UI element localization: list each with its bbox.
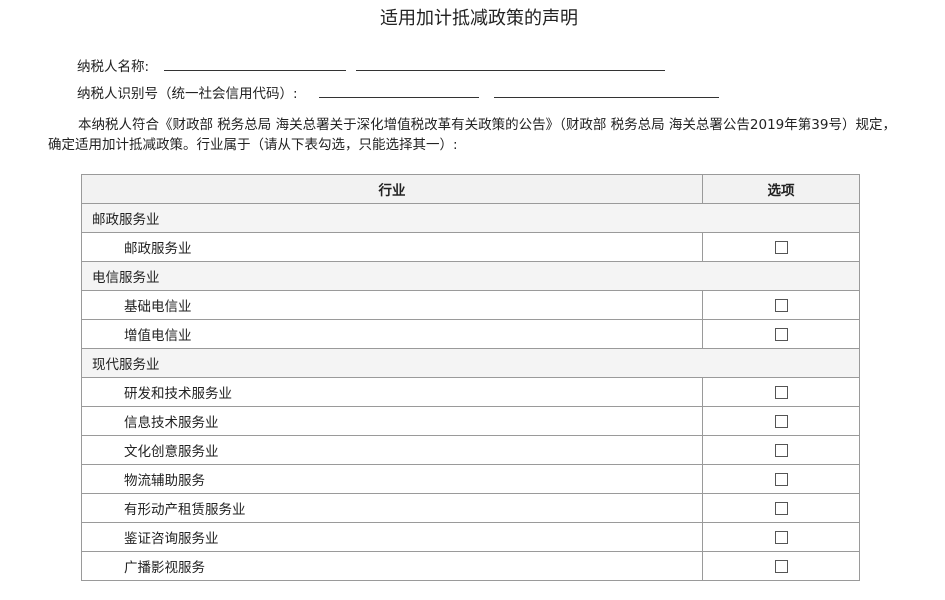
taxpayer-id-label: 纳税人识别号（统一社会信用代码）: bbox=[77, 86, 298, 102]
industry-label: 基础电信业 bbox=[81, 290, 703, 320]
industry-checkbox[interactable] bbox=[774, 385, 788, 399]
page-title: 适用加计抵减政策的声明 bbox=[380, 8, 578, 29]
industry-label: 邮政服务业 bbox=[81, 232, 703, 262]
industry-checkbox[interactable] bbox=[774, 443, 788, 457]
industry-column-header: 行业 bbox=[81, 174, 703, 204]
table-row: 物流辅助服务 bbox=[81, 464, 860, 494]
table-row: 鉴证咨询服务业 bbox=[81, 522, 860, 552]
industry-label: 鉴证咨询服务业 bbox=[81, 522, 703, 552]
statement-paragraph: 本纳税人符合《财政部 税务总局 海关总署关于深化增值税改革有关政策的公告》（财政… bbox=[48, 117, 896, 153]
table-row: 邮政服务业 bbox=[81, 232, 860, 262]
table-row: 广播影视服务 bbox=[81, 551, 860, 581]
industry-label: 广播影视服务 bbox=[81, 551, 703, 581]
table-header-row: 行业 选项 bbox=[81, 174, 860, 204]
category-row: 电信服务业 bbox=[81, 261, 860, 291]
option-column-header: 选项 bbox=[702, 174, 860, 204]
taxpayer-name-label: 纳税人名称: bbox=[77, 59, 150, 75]
category-label: 电信服务业 bbox=[81, 261, 703, 291]
industry-label: 增值电信业 bbox=[81, 319, 703, 349]
industry-checkbox[interactable] bbox=[774, 559, 788, 573]
table-row: 增值电信业 bbox=[81, 319, 860, 349]
industry-checkbox[interactable] bbox=[774, 501, 788, 515]
taxpayer-name-field-extension[interactable] bbox=[356, 70, 665, 71]
industry-label: 文化创意服务业 bbox=[81, 435, 703, 465]
table-row: 文化创意服务业 bbox=[81, 435, 860, 465]
category-label: 邮政服务业 bbox=[81, 203, 703, 233]
industry-checkbox[interactable] bbox=[774, 240, 788, 254]
industry-checkbox[interactable] bbox=[774, 414, 788, 428]
industry-checkbox[interactable] bbox=[774, 298, 788, 312]
table-row: 基础电信业 bbox=[81, 290, 860, 320]
industry-table: 行业 选项 邮政服务业 邮政服务业 电信服务业 基础电信业 增值电信业 现代服务… bbox=[81, 174, 860, 581]
industry-label: 信息技术服务业 bbox=[81, 406, 703, 436]
table-row: 信息技术服务业 bbox=[81, 406, 860, 436]
taxpayer-id-field[interactable] bbox=[319, 97, 479, 98]
industry-checkbox[interactable] bbox=[774, 327, 788, 341]
declaration-page: 适用加计抵减政策的声明 纳税人名称: 纳税人识别号（统一社会信用代码）: 本纳税… bbox=[0, 0, 945, 600]
table-row: 研发和技术服务业 bbox=[81, 377, 860, 407]
category-row: 现代服务业 bbox=[81, 348, 860, 378]
industry-label: 研发和技术服务业 bbox=[81, 377, 703, 407]
taxpayer-id-field-extension[interactable] bbox=[494, 97, 719, 98]
industry-label: 物流辅助服务 bbox=[81, 464, 703, 494]
industry-label: 有形动产租赁服务业 bbox=[81, 493, 703, 523]
industry-checkbox[interactable] bbox=[774, 472, 788, 486]
taxpayer-name-field[interactable] bbox=[164, 70, 346, 71]
industry-checkbox[interactable] bbox=[774, 530, 788, 544]
table-row: 有形动产租赁服务业 bbox=[81, 493, 860, 523]
category-row: 邮政服务业 bbox=[81, 203, 860, 233]
category-label: 现代服务业 bbox=[81, 348, 703, 378]
